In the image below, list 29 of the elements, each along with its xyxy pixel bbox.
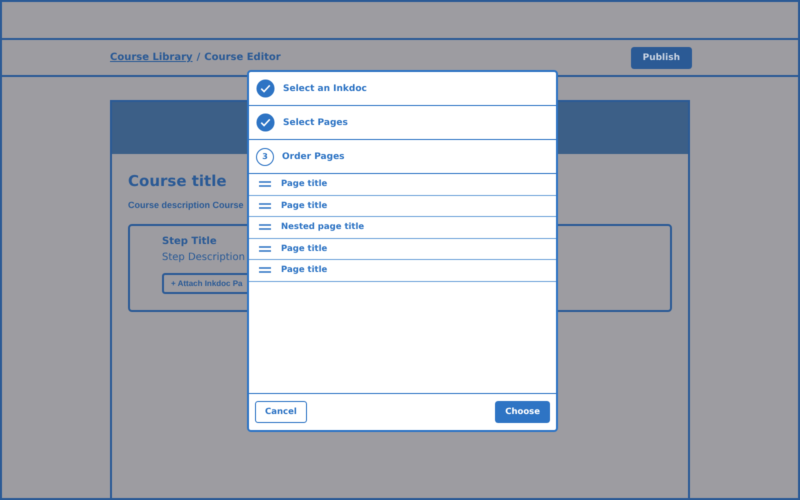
step-label: Select Pages (283, 118, 348, 128)
page-title: Page title (281, 179, 328, 190)
drag-handle-icon[interactable] (259, 202, 271, 209)
step-description: Step Description (162, 252, 246, 263)
breadcrumb-separator: / (196, 52, 200, 63)
page-row[interactable]: Page title (249, 174, 556, 196)
choose-button[interactable]: Choose (495, 401, 550, 423)
page-row[interactable]: Page title (249, 260, 556, 282)
breadcrumb-current: Course Editor (204, 52, 281, 63)
step-number: 3 (256, 148, 274, 166)
page-row[interactable]: Page title (249, 196, 556, 217)
breadcrumb-link[interactable]: Course Library (110, 52, 193, 63)
drag-handle-icon[interactable] (259, 267, 271, 274)
page-title: Page title (281, 200, 328, 211)
drag-handle-icon[interactable] (259, 246, 271, 252)
page-title: Page title (281, 265, 328, 276)
publish-button[interactable]: Publish (630, 46, 692, 68)
step-title: Step Title (162, 236, 218, 247)
page-title: Nested page title (281, 222, 364, 232)
step-label: Order Pages (282, 152, 345, 162)
course-title: Course title (128, 172, 227, 190)
page-row[interactable]: Nested page title (249, 217, 556, 238)
page-row[interactable]: Page title (249, 238, 556, 260)
page-title: Page title (281, 244, 328, 254)
cancel-button[interactable]: Cancel (255, 401, 307, 423)
drag-handle-icon[interactable] (259, 181, 271, 188)
step-label: Select an Inkdoc (283, 84, 367, 94)
drag-handle-icon[interactable] (259, 224, 271, 230)
course-description: Course description Course (128, 200, 244, 210)
